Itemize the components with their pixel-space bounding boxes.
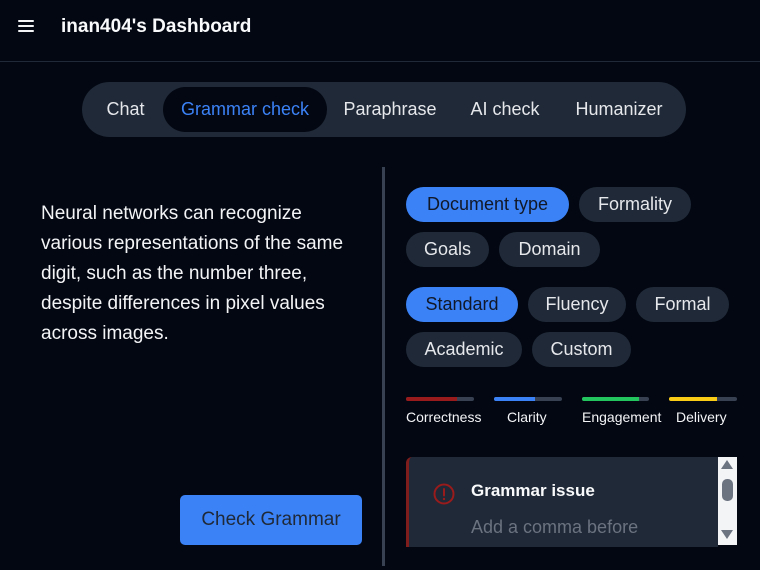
- scroll-down-arrow-icon[interactable]: [721, 530, 733, 539]
- chip-goals[interactable]: Goals: [406, 232, 489, 267]
- issue-description: Add a comma before: [471, 517, 639, 537]
- delivery-meter-fill: [669, 397, 717, 401]
- top-bar: inan404's Dashboard: [0, 0, 760, 62]
- tab-chat[interactable]: Chat: [88, 87, 163, 132]
- delivery-label: Delivery: [676, 409, 727, 425]
- chip-formality[interactable]: Formality: [579, 187, 691, 222]
- scroll-up-arrow-icon[interactable]: [721, 460, 733, 469]
- panel-divider: [382, 167, 385, 566]
- input-text[interactable]: Neural networks can recognize various re…: [41, 199, 361, 349]
- delivery-meter: [669, 397, 737, 401]
- tool-tabs: Chat Grammar check Paraphrase AI check H…: [82, 82, 686, 137]
- tab-grammar-check[interactable]: Grammar check: [163, 87, 327, 132]
- engagement-meter-fill: [582, 397, 639, 401]
- correctness-meter: [406, 397, 474, 401]
- alert-circle-icon: [433, 483, 455, 505]
- clarity-meter-fill: [494, 397, 535, 401]
- clarity-label: Clarity: [507, 409, 547, 425]
- tab-paraphrase[interactable]: Paraphrase: [334, 87, 446, 132]
- correctness-meter-fill: [406, 397, 457, 401]
- hamburger-menu-icon[interactable]: [18, 19, 34, 33]
- correctness-label: Correctness: [406, 409, 482, 425]
- option-standard[interactable]: Standard: [406, 287, 518, 322]
- grammar-issue-card[interactable]: Grammar issue Add a comma before: [406, 457, 718, 547]
- option-fluency[interactable]: Fluency: [528, 287, 626, 322]
- chip-document-type[interactable]: Document type: [406, 187, 569, 222]
- tab-humanizer[interactable]: Humanizer: [566, 87, 672, 132]
- engagement-meter: [582, 397, 649, 401]
- check-grammar-button[interactable]: Check Grammar: [180, 495, 362, 545]
- app-title: inan404's Dashboard: [61, 16, 252, 37]
- option-custom[interactable]: Custom: [532, 332, 631, 367]
- issues-scrollbar[interactable]: [718, 457, 737, 545]
- tab-ai-check[interactable]: AI check: [460, 87, 550, 132]
- issue-title: Grammar issue: [471, 481, 595, 500]
- clarity-meter: [494, 397, 562, 401]
- option-academic[interactable]: Academic: [406, 332, 522, 367]
- engagement-label: Engagement: [582, 409, 662, 425]
- scroll-thumb[interactable]: [722, 479, 733, 501]
- chip-domain[interactable]: Domain: [499, 232, 600, 267]
- option-formal[interactable]: Formal: [636, 287, 729, 322]
